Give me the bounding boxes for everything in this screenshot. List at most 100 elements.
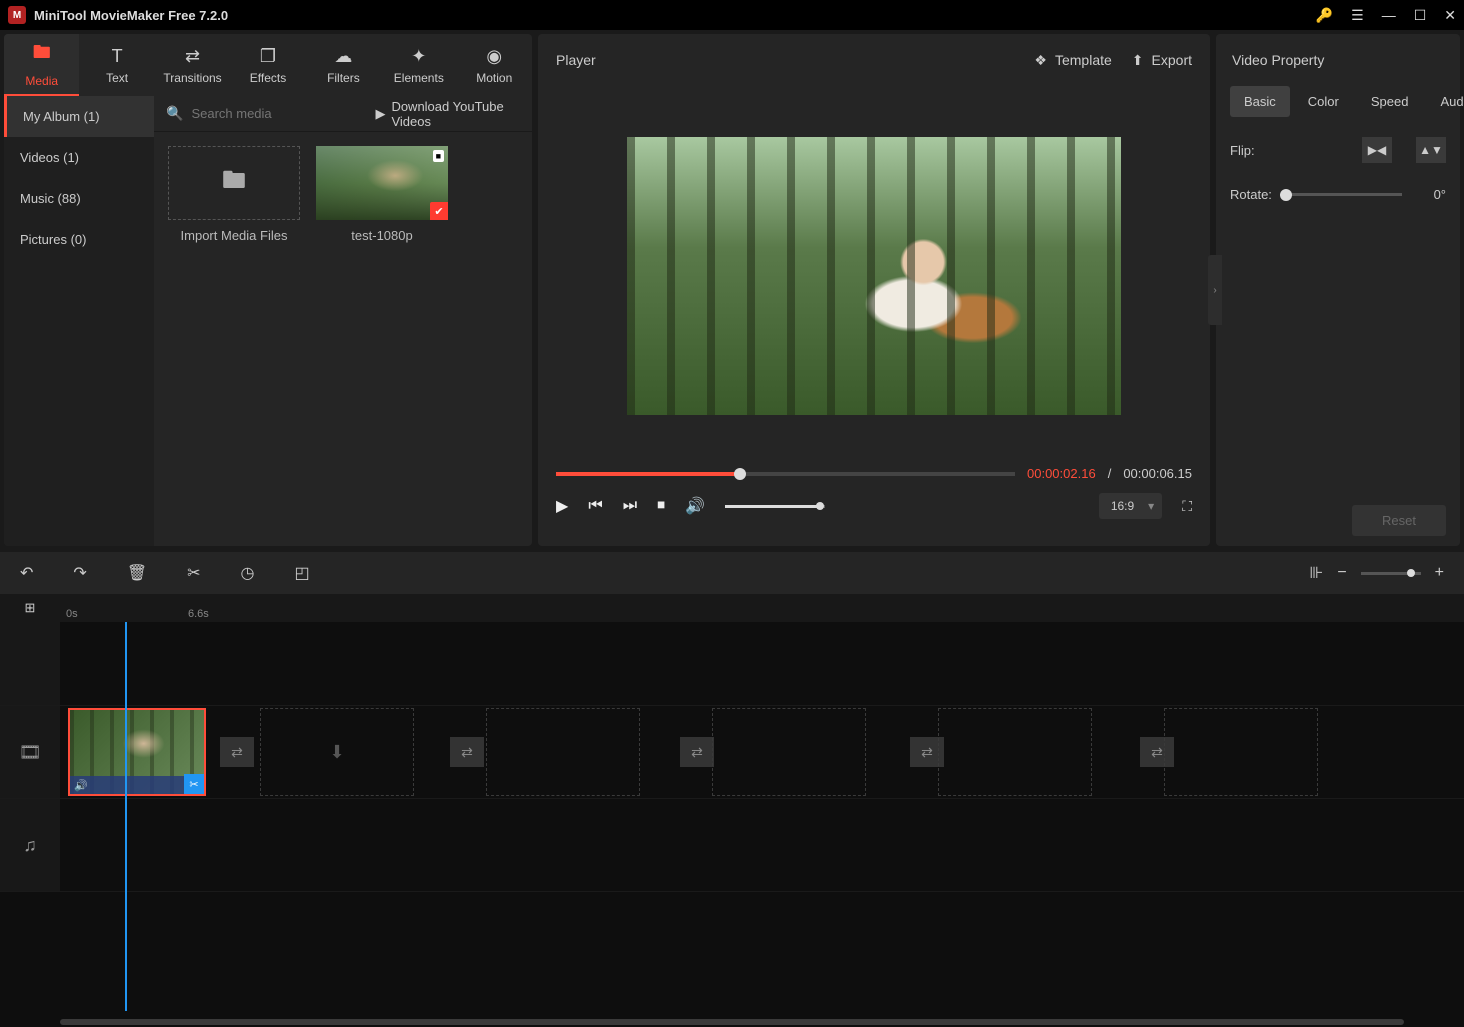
download-youtube-label: Download YouTube Videos (391, 99, 520, 129)
redo-button[interactable]: ↷ (73, 563, 86, 583)
fit-timeline-button[interactable]: ⊪ (1309, 563, 1323, 583)
timeline: ↶ ↷ 🗑 ✂ ◷ ◰ ⊪ − + ⊞ 0s 6.6s (0, 552, 1464, 1027)
template-label: Template (1055, 52, 1112, 68)
empty-clip-slot[interactable]: ⬇ (260, 708, 414, 796)
overlay-track[interactable] (0, 622, 1464, 706)
video-track[interactable]: 🎞 🔊 ✂ ⇄ ⬇ ⇄ ⇄ ⇄ ⇄ (0, 706, 1464, 799)
import-media-button[interactable]: 🖿 (168, 146, 300, 220)
sidebar-item-music[interactable]: Music (88) (4, 178, 154, 219)
tab-transitions-label: Transitions (163, 71, 221, 85)
reset-button[interactable]: Reset (1352, 505, 1446, 536)
clip-split-icon[interactable]: ✂ (184, 774, 204, 794)
rotate-slider[interactable] (1286, 193, 1402, 196)
tab-text[interactable]: T Text (79, 34, 154, 96)
media-clip-thumbnail[interactable]: ■ ✔ (316, 146, 448, 220)
audio-track[interactable]: ♫ (0, 799, 1464, 892)
export-button[interactable]: ⬆Export (1132, 52, 1192, 69)
progress-bar[interactable] (556, 472, 1015, 476)
progress-knob[interactable] (734, 468, 746, 480)
filters-icon: ☁ (334, 46, 352, 67)
video-preview[interactable] (627, 137, 1121, 415)
tab-media[interactable]: 🖿 Media (4, 34, 79, 96)
total-time: 00:00:06.15 (1123, 466, 1192, 481)
media-category-sidebar: My Album (1) Videos (1) Music (88) Pictu… (4, 96, 154, 546)
add-track-button[interactable]: ⊞ (0, 600, 60, 616)
playhead[interactable] (125, 622, 127, 1011)
sidebar-item-pictures[interactable]: Pictures (0) (4, 219, 154, 260)
titlebar: M MiniTool MovieMaker Free 7.2.0 🔑 ☰ ― ☐… (0, 0, 1464, 30)
empty-clip-slot[interactable] (938, 708, 1092, 796)
search-input[interactable] (191, 106, 367, 121)
flip-horizontal-button[interactable]: ▶◀ (1362, 137, 1392, 163)
split-button[interactable]: ✂ (187, 563, 200, 583)
app-logo: M (8, 6, 26, 24)
prev-frame-button[interactable]: ⏮ (588, 497, 602, 515)
zoom-in-button[interactable]: + (1435, 564, 1444, 582)
speed-button[interactable]: ◷ (241, 563, 255, 583)
tab-filters[interactable]: ☁Filters (306, 34, 381, 96)
prop-tab-speed[interactable]: Speed (1357, 86, 1423, 117)
check-icon: ✔ (430, 202, 448, 220)
stop-button[interactable]: ⏹ (657, 497, 665, 515)
transitions-icon: ⇄ (185, 46, 200, 67)
flip-label: Flip: (1230, 143, 1286, 158)
timeline-clip[interactable]: 🔊 ✂ (68, 708, 206, 796)
timeline-scrollbar[interactable] (0, 1017, 1464, 1027)
youtube-icon: ▶ (375, 106, 385, 122)
next-frame-button[interactable]: ⏭ (623, 497, 637, 515)
transition-slot[interactable]: ⇄ (450, 737, 484, 767)
transition-slot[interactable]: ⇄ (680, 737, 714, 767)
fullscreen-button[interactable]: ⛶ (1182, 498, 1192, 515)
media-panel: 🖿 Media T Text ⇄ Transitions ❐ Effects ☁Filt… (4, 34, 532, 546)
sidebar-item-videos[interactable]: Videos (1) (4, 137, 154, 178)
panel-collapse-button[interactable]: › (1208, 255, 1222, 325)
tab-media-label: Media (25, 74, 58, 88)
volume-slider[interactable] (725, 505, 825, 508)
prop-tab-basic[interactable]: Basic (1230, 86, 1290, 117)
minimize-icon[interactable]: ― (1382, 7, 1396, 23)
flip-vertical-button[interactable]: ▲▼ (1416, 137, 1446, 163)
effects-icon: ❐ (260, 46, 276, 67)
crop-button[interactable]: ◰ (295, 563, 310, 583)
maximize-icon[interactable]: ☐ (1414, 7, 1427, 24)
folder-icon: 🖿 (33, 40, 51, 70)
export-label: Export (1152, 52, 1192, 68)
tab-text-label: Text (106, 71, 128, 85)
prop-tab-color[interactable]: Color (1294, 86, 1353, 117)
play-button[interactable]: ▶ (556, 496, 568, 516)
text-icon: T (112, 46, 123, 67)
delete-button[interactable]: 🗑 (127, 563, 147, 583)
tab-motion-label: Motion (476, 71, 512, 85)
property-title: Video Property (1216, 34, 1460, 86)
zoom-out-button[interactable]: − (1337, 564, 1346, 582)
rotate-label: Rotate: (1230, 187, 1286, 202)
empty-clip-slot[interactable] (712, 708, 866, 796)
undo-button[interactable]: ↶ (20, 563, 33, 583)
empty-clip-slot[interactable] (1164, 708, 1318, 796)
tab-motion[interactable]: ◉Motion (457, 34, 532, 96)
progress-fill (556, 472, 740, 476)
ruler-mark-1: 6.6s (188, 608, 209, 620)
video-track-icon: 🎞 (19, 742, 42, 763)
volume-icon[interactable]: 🔊 (685, 496, 705, 516)
media-clip-label: test-1080p (351, 228, 412, 243)
aspect-ratio-value: 16:9 (1111, 499, 1134, 513)
license-key-icon[interactable]: 🔑 (1316, 7, 1333, 24)
template-button[interactable]: ❖Template (1034, 52, 1111, 69)
tab-effects[interactable]: ❐ Effects (230, 34, 305, 96)
close-icon[interactable]: ✕ (1444, 7, 1456, 24)
transition-slot[interactable]: ⇄ (220, 737, 254, 767)
time-separator: / (1108, 466, 1112, 481)
tab-elements-label: Elements (394, 71, 444, 85)
tab-elements[interactable]: ✦Elements (381, 34, 456, 96)
aspect-ratio-select[interactable]: 16:9 (1099, 493, 1162, 519)
menu-icon[interactable]: ☰ (1351, 7, 1364, 24)
empty-clip-slot[interactable] (486, 708, 640, 796)
tab-transitions[interactable]: ⇄ Transitions (155, 34, 230, 96)
zoom-slider[interactable] (1361, 572, 1421, 575)
tab-effects-label: Effects (250, 71, 286, 85)
prop-tab-audio[interactable]: Audio (1426, 86, 1464, 117)
folder-icon: 🖿 (222, 163, 246, 204)
sidebar-item-album[interactable]: My Album (1) (4, 96, 154, 137)
download-youtube-link[interactable]: ▶ Download YouTube Videos (375, 99, 520, 129)
